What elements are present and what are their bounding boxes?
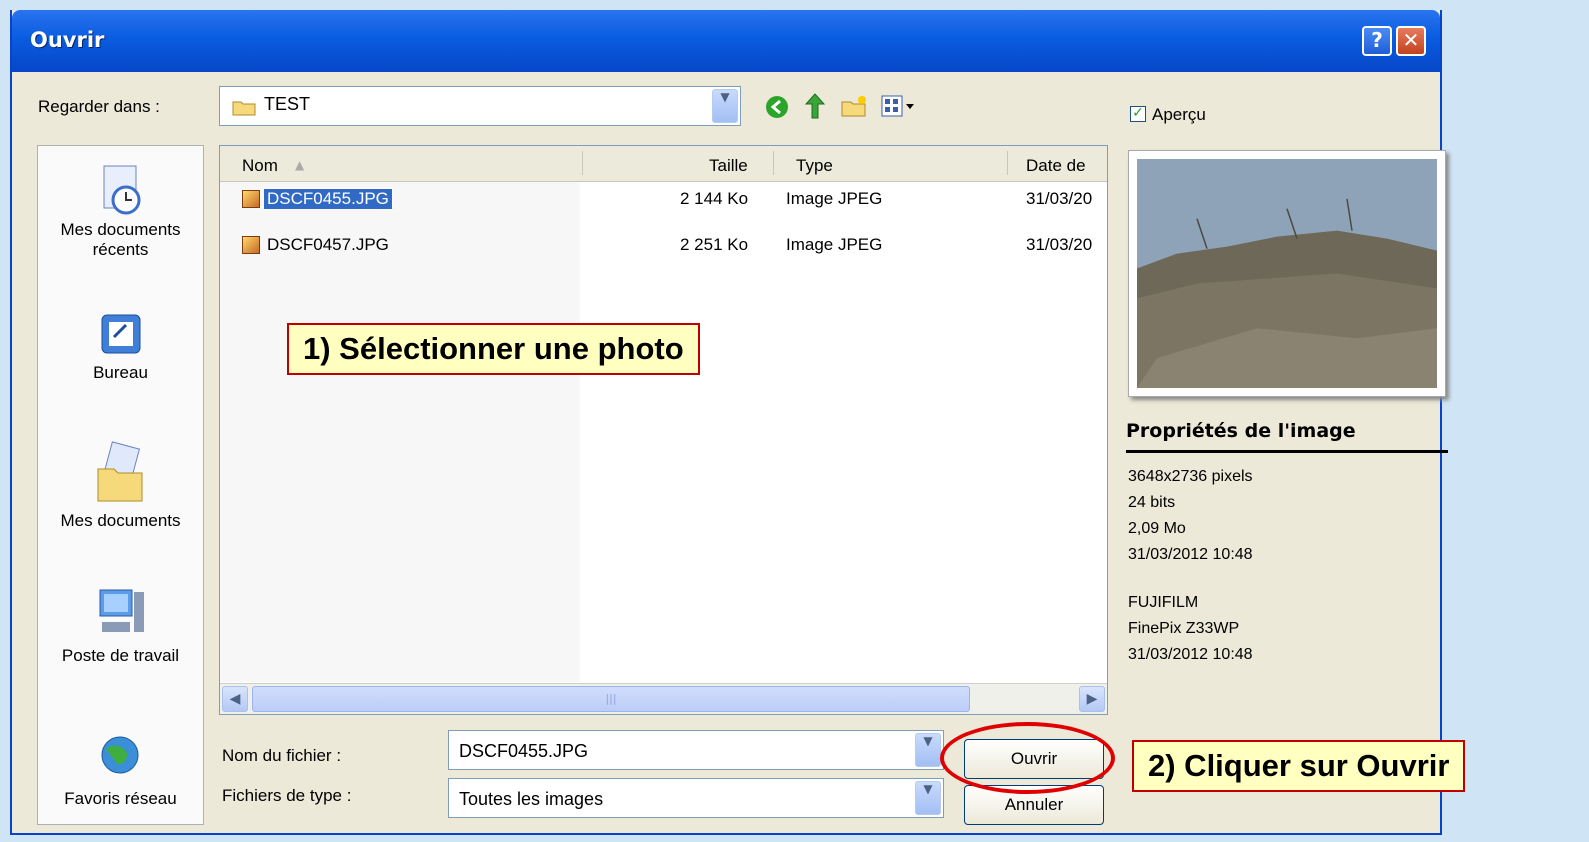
file-type: Image JPEG <box>786 189 883 208</box>
file-date: 31/03/20 <box>1026 235 1093 254</box>
desktop-icon <box>101 314 140 354</box>
column-header-name[interactable]: Nom <box>242 156 278 176</box>
preview-label: Aperçu <box>1152 105 1206 124</box>
place-label: Mes documents <box>60 511 181 530</box>
filetype-label: Fichiers de type : <box>222 786 352 805</box>
properties-divider <box>1126 450 1448 453</box>
open-dialog: Ouvrir ? ✕ Regarder dans : TEST ▼ ✓ Aper… <box>10 10 1448 835</box>
network-places-icon <box>101 736 138 774</box>
column-separator <box>582 151 583 175</box>
close-button[interactable]: ✕ <box>1396 26 1426 56</box>
step2-callout: 2) Cliquer sur Ouvrir <box>1132 740 1466 792</box>
place-network[interactable]: Favoris réseau <box>38 731 203 809</box>
filetype-dropdown[interactable]: Toutes les images ▼ <box>448 778 944 818</box>
property-camera-maker: FUJIFILM <box>1128 594 1199 611</box>
property-capture-date: 31/03/2012 10:48 <box>1128 646 1253 663</box>
column-header-date[interactable]: Date de <box>1026 156 1086 176</box>
file-type: Image JPEG <box>786 235 883 254</box>
look-in-label: Regarder dans : <box>38 97 160 116</box>
look-in-dropdown-arrow[interactable]: ▼ <box>712 89 738 123</box>
filename-value: DSCF0455.JPG <box>459 741 589 761</box>
file-list[interactable]: Nom ▲ Taille Type Date de DSCF0455.JPG 2… <box>219 145 1108 715</box>
folder-icon <box>232 101 256 116</box>
place-my-computer[interactable]: Poste de travail <box>38 586 203 666</box>
recent-documents-icon <box>103 165 140 215</box>
my-documents-icon <box>97 441 142 502</box>
property-bit-depth: 24 bits <box>1128 494 1176 511</box>
place-recent-documents[interactable]: Mes documents récents <box>38 164 203 260</box>
file-date: 31/03/20 <box>1026 189 1093 208</box>
column-header-bar: Nom ▲ Taille Type Date de <box>220 146 1107 182</box>
jpeg-file-icon <box>242 190 260 208</box>
look-in-value: TEST <box>264 94 311 114</box>
place-desktop[interactable]: Bureau <box>38 311 203 383</box>
column-separator <box>773 151 774 175</box>
filename-dropdown-arrow[interactable]: ▼ <box>915 733 941 767</box>
place-my-documents[interactable]: Mes documents <box>38 441 203 531</box>
sort-ascending-icon: ▲ <box>295 158 305 172</box>
place-label: Favoris réseau <box>64 789 177 808</box>
dialog-title: Ouvrir <box>30 28 105 52</box>
open-button-highlight <box>940 722 1115 794</box>
my-computer-icon <box>99 589 144 632</box>
title-bar[interactable]: Ouvrir ? ✕ <box>12 10 1440 72</box>
place-label: Bureau <box>93 363 148 382</box>
preview-photo <box>1137 159 1437 388</box>
filetype-value: Toutes les images <box>459 789 604 809</box>
column-header-type[interactable]: Type <box>796 156 833 176</box>
file-row[interactable]: DSCF0457.JPG 2 251 Ko Image JPEG 31/03/2… <box>220 232 1107 258</box>
up-folder-icon[interactable] <box>802 92 828 120</box>
new-folder-icon[interactable] <box>840 94 868 118</box>
file-name: DSCF0455.JPG <box>263 188 393 210</box>
image-preview <box>1128 150 1446 397</box>
back-icon[interactable] <box>764 94 790 120</box>
place-label: Mes documents récents <box>60 220 181 259</box>
column-header-size[interactable]: Taille <box>709 156 748 176</box>
scroll-right-button[interactable]: ▶ <box>1079 686 1105 712</box>
step1-callout: 1) Sélectionner une photo <box>287 323 700 375</box>
place-label: Poste de travail <box>61 646 180 665</box>
horizontal-scrollbar[interactable]: ◀ ||| ▶ <box>220 683 1107 714</box>
filename-input[interactable]: DSCF0455.JPG ▼ <box>448 730 944 770</box>
look-in-dropdown[interactable]: TEST ▼ <box>219 86 741 126</box>
property-camera-model: FinePix Z33WP <box>1128 620 1240 637</box>
property-dimensions: 3648x2736 pixels <box>1128 468 1253 485</box>
column-separator <box>1007 151 1008 175</box>
file-size: 2 144 Ko <box>680 189 749 208</box>
file-row[interactable]: DSCF0455.JPG 2 144 Ko Image JPEG 31/03/2… <box>220 186 1107 212</box>
help-button[interactable]: ? <box>1362 26 1392 56</box>
filetype-dropdown-arrow[interactable]: ▼ <box>915 781 941 815</box>
file-size: 2 251 Ko <box>680 235 749 254</box>
property-file-size: 2,09 Mo <box>1128 520 1186 537</box>
places-bar: Mes documents récents Bureau Mes documen… <box>37 145 204 825</box>
property-date: 31/03/2012 10:48 <box>1128 546 1253 563</box>
file-name: DSCF0457.JPG <box>267 235 389 254</box>
filename-label: Nom du fichier : <box>222 746 342 765</box>
preview-checkbox[interactable]: ✓ <box>1130 106 1146 122</box>
scroll-left-button[interactable]: ◀ <box>222 686 248 712</box>
properties-title: Propriétés de l'image <box>1126 420 1356 442</box>
scrollbar-thumb[interactable]: ||| <box>252 686 970 712</box>
jpeg-file-icon <box>242 236 260 254</box>
view-menu-icon[interactable] <box>880 94 916 118</box>
